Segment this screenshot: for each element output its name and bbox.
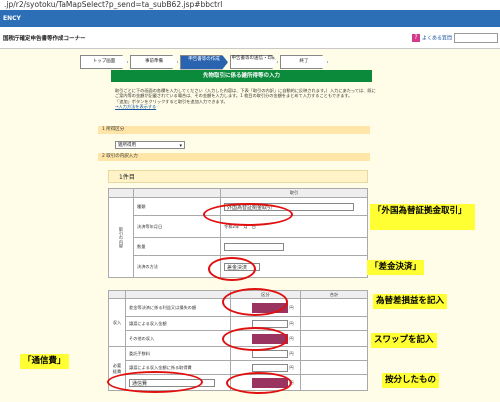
corner <box>108 188 134 198</box>
top-bar: ENCY <box>0 10 500 27</box>
corner-2 <box>133 188 221 198</box>
callout-prorated: 按分したもの <box>382 373 440 388</box>
item-heading: 1件目 <box>108 170 368 183</box>
callout-fx: 「外国為替証拠金取引」 <box>370 204 475 230</box>
instructions-link[interactable]: →入力方法を表示する <box>115 104 156 109</box>
section-income-type: 1 所得区分 <box>98 126 370 134</box>
address-bar[interactable]: .jp/r2/syotoku/TaMapSelect?p_send=ta_sub… <box>0 0 500 10</box>
help-link[interactable]: ? よくある質問 <box>412 34 452 42</box>
header-cell: 合計 <box>300 290 368 299</box>
step-create[interactable]: 申告書等の作成 <box>180 55 228 70</box>
callout-telecom: 「通信費」 <box>20 354 69 369</box>
row-total <box>300 298 368 317</box>
group-label: 取引の内容 <box>108 197 134 278</box>
row-total <box>300 360 368 375</box>
search-input[interactable] <box>454 33 498 43</box>
header-cell <box>125 290 231 299</box>
row-value <box>220 237 368 256</box>
step-send-print[interactable]: 申告書等の送信・印刷 <box>230 55 278 69</box>
row-label: 譲渡による収入金額 <box>125 316 231 331</box>
row-label: 数量 <box>133 237 221 256</box>
row-label: 委託手数料 <box>125 346 231 361</box>
step-top[interactable]: トップ画面 <box>80 55 128 69</box>
instructions: 取引ごとに下の画面の各欄を入力してください（入力した内容は、下表「取引の内訳」に… <box>115 88 377 110</box>
highlight-oval <box>208 257 256 281</box>
page-title: 先物取引に係る雑所得等の入力 <box>111 70 372 82</box>
highlight-oval <box>222 288 288 316</box>
row-total <box>300 346 368 361</box>
highlight-oval <box>226 372 292 394</box>
amount-input[interactable] <box>252 363 288 372</box>
header-cell: 取引 <box>220 188 368 198</box>
app-title: 国税庁確定申告書等作成コーナー <box>3 36 86 42</box>
highlight-oval <box>222 327 288 351</box>
callout-swap: スワップを記入 <box>371 333 437 348</box>
header-cell <box>108 290 126 299</box>
row-total <box>300 374 368 391</box>
instructions-text: 取引ごとに下の画面の各欄を入力してください（入力した内容は、下表「取引の内訳」に… <box>115 88 376 99</box>
row-total <box>300 330 368 347</box>
row-label: 差金等決済に係る利益又は損失の額 <box>125 298 231 317</box>
highlight-oval <box>203 203 293 226</box>
quantity-input[interactable] <box>224 242 284 251</box>
callout-settlement: 「差金決済」 <box>367 260 425 275</box>
callout-fx-gain: 為替差損益を記入 <box>373 294 448 309</box>
income-group: 収入 <box>108 298 126 347</box>
section-breakdown: 2 取引の内訳入力 <box>98 153 370 161</box>
step-preparation[interactable]: 事前準備 <box>130 55 178 69</box>
row-total <box>300 316 368 331</box>
row-label: その他の収入 <box>125 330 231 347</box>
income-type-select[interactable]: 雑所得用 <box>115 141 185 150</box>
question-icon: ? <box>412 34 420 42</box>
highlight-oval <box>107 371 203 393</box>
step-finish[interactable]: 終了 <box>280 55 328 69</box>
header: 国税庁確定申告書等作成コーナー ? よくある質問 <box>0 27 500 49</box>
